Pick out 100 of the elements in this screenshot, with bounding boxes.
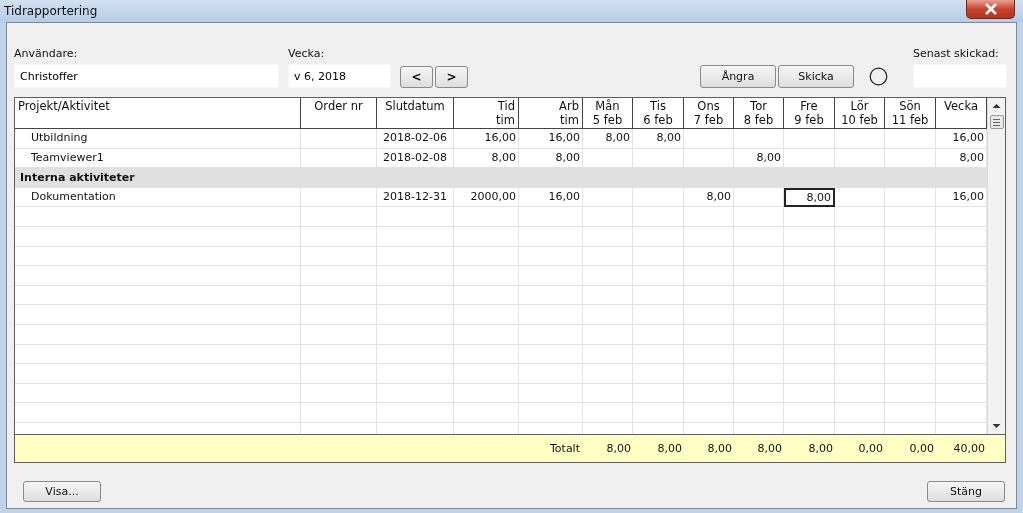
empty-cell[interactable] bbox=[684, 246, 734, 267]
empty-cell[interactable] bbox=[734, 344, 784, 365]
empty-cell[interactable] bbox=[633, 266, 684, 286]
empty-cell[interactable] bbox=[454, 324, 519, 345]
empty-cell[interactable] bbox=[583, 285, 633, 306]
column-header[interactable]: Tor 8 feb bbox=[734, 98, 784, 128]
action-button[interactable]: Skicka bbox=[778, 65, 854, 88]
empty-cell[interactable] bbox=[454, 383, 519, 404]
empty-cell[interactable] bbox=[301, 344, 377, 365]
column-header[interactable]: Slutdatum bbox=[377, 98, 454, 128]
scrollbar[interactable] bbox=[987, 98, 1005, 434]
table-cell[interactable]: 16,00 bbox=[519, 187, 583, 208]
empty-cell[interactable] bbox=[15, 246, 301, 267]
empty-cell[interactable] bbox=[784, 403, 835, 423]
column-header[interactable]: Sön 11 feb bbox=[885, 98, 936, 128]
empty-cell[interactable] bbox=[835, 266, 885, 286]
empty-cell[interactable] bbox=[734, 364, 784, 384]
empty-cell[interactable] bbox=[377, 266, 454, 286]
table-cell[interactable]: 8,00 bbox=[633, 129, 684, 149]
empty-cell[interactable] bbox=[301, 383, 377, 404]
empty-cell[interactable] bbox=[734, 403, 784, 423]
table-cell[interactable] bbox=[885, 187, 936, 208]
empty-cell[interactable] bbox=[583, 226, 633, 247]
empty-cell[interactable] bbox=[583, 305, 633, 325]
empty-cell[interactable] bbox=[835, 226, 885, 247]
empty-cell[interactable] bbox=[377, 226, 454, 247]
table-cell[interactable] bbox=[633, 187, 684, 208]
empty-cell[interactable] bbox=[583, 383, 633, 404]
close-button[interactable] bbox=[966, 0, 1015, 19]
empty-cell[interactable] bbox=[454, 226, 519, 247]
empty-cell[interactable] bbox=[583, 324, 633, 345]
empty-cell[interactable] bbox=[301, 285, 377, 306]
table-cell[interactable]: Dokumentation bbox=[15, 187, 301, 208]
empty-cell[interactable] bbox=[377, 305, 454, 325]
empty-cell[interactable] bbox=[885, 403, 936, 423]
table-cell[interactable]: 16,00 bbox=[519, 129, 583, 149]
dialog-button[interactable]: Stäng bbox=[927, 481, 1005, 502]
empty-cell[interactable] bbox=[784, 364, 835, 384]
empty-cell[interactable] bbox=[301, 246, 377, 267]
empty-cell[interactable] bbox=[734, 266, 784, 286]
empty-cell[interactable] bbox=[519, 383, 583, 404]
table-cell[interactable]: 8,00 bbox=[583, 129, 633, 149]
empty-cell[interactable] bbox=[835, 364, 885, 384]
table-cell[interactable]: 8,00 bbox=[784, 187, 835, 208]
empty-cell[interactable] bbox=[519, 403, 583, 423]
empty-cell[interactable] bbox=[15, 285, 301, 306]
empty-cell[interactable] bbox=[454, 207, 519, 227]
table-cell[interactable]: 8,00 bbox=[684, 187, 734, 208]
empty-cell[interactable] bbox=[15, 324, 301, 345]
empty-cell[interactable] bbox=[301, 403, 377, 423]
scroll-thumb[interactable] bbox=[989, 115, 1004, 129]
empty-cell[interactable] bbox=[454, 266, 519, 286]
empty-cell[interactable] bbox=[784, 383, 835, 404]
table-cell[interactable] bbox=[835, 187, 885, 208]
empty-cell[interactable] bbox=[835, 305, 885, 325]
table-cell[interactable]: 16,00 bbox=[454, 129, 519, 149]
empty-cell[interactable] bbox=[583, 246, 633, 267]
column-header[interactable]: Tis 6 feb bbox=[633, 98, 684, 128]
empty-cell[interactable] bbox=[519, 285, 583, 306]
column-header[interactable]: Fre 9 feb bbox=[784, 98, 835, 128]
empty-cell[interactable] bbox=[784, 246, 835, 267]
empty-cell[interactable] bbox=[684, 226, 734, 247]
empty-cell[interactable] bbox=[15, 403, 301, 423]
table-cell[interactable] bbox=[734, 187, 784, 208]
empty-cell[interactable] bbox=[684, 305, 734, 325]
empty-cell[interactable] bbox=[734, 285, 784, 306]
table-cell[interactable]: Utbildning bbox=[15, 129, 301, 149]
empty-cell[interactable] bbox=[519, 226, 583, 247]
empty-cell[interactable] bbox=[15, 207, 301, 227]
empty-cell[interactable] bbox=[633, 305, 684, 325]
empty-cell[interactable] bbox=[684, 344, 734, 365]
table-cell[interactable] bbox=[784, 129, 835, 149]
empty-cell[interactable] bbox=[454, 364, 519, 384]
empty-cell[interactable] bbox=[377, 207, 454, 227]
empty-cell[interactable] bbox=[734, 324, 784, 345]
column-header[interactable]: Projekt/Aktivitet bbox=[15, 98, 301, 128]
empty-cell[interactable] bbox=[885, 266, 936, 286]
empty-cell[interactable] bbox=[835, 383, 885, 404]
empty-cell[interactable] bbox=[519, 266, 583, 286]
table-cell[interactable]: 2000,00 bbox=[454, 187, 519, 208]
previous-week-button[interactable]: < bbox=[400, 66, 433, 88]
empty-cell[interactable] bbox=[633, 285, 684, 306]
empty-cell[interactable] bbox=[519, 324, 583, 345]
empty-cell[interactable] bbox=[784, 266, 835, 286]
empty-cell[interactable] bbox=[583, 403, 633, 423]
empty-cell[interactable] bbox=[885, 226, 936, 247]
empty-cell[interactable] bbox=[583, 207, 633, 227]
empty-cell[interactable] bbox=[633, 324, 684, 345]
empty-cell[interactable] bbox=[454, 246, 519, 267]
empty-cell[interactable] bbox=[15, 364, 301, 384]
column-header[interactable]: Lör 10 feb bbox=[835, 98, 885, 128]
empty-cell[interactable] bbox=[377, 383, 454, 404]
column-header[interactable]: Tid tim bbox=[454, 98, 519, 128]
empty-cell[interactable] bbox=[301, 266, 377, 286]
empty-cell[interactable] bbox=[301, 305, 377, 325]
empty-cell[interactable] bbox=[835, 403, 885, 423]
empty-cell[interactable] bbox=[885, 207, 936, 227]
empty-cell[interactable] bbox=[835, 344, 885, 365]
empty-cell[interactable] bbox=[301, 207, 377, 227]
empty-cell[interactable] bbox=[15, 226, 301, 247]
